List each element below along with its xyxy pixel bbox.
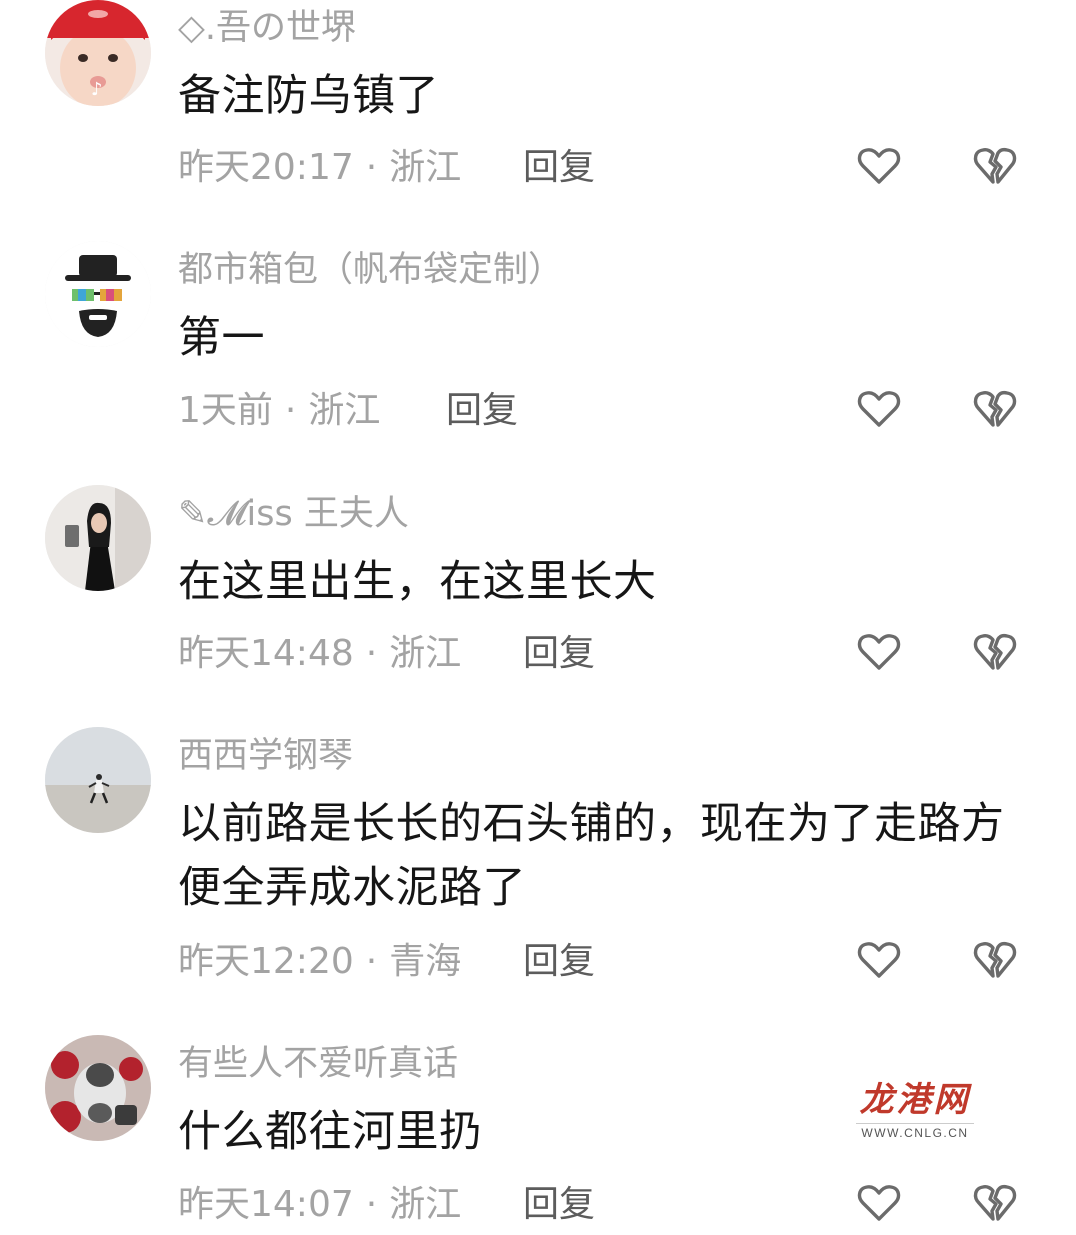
avatar[interactable] bbox=[45, 1035, 151, 1141]
avatar[interactable] bbox=[45, 727, 151, 833]
timestamp: 昨天20:17 bbox=[178, 147, 354, 188]
comment-text: 在这里出生，在这里长大 bbox=[178, 557, 657, 607]
username[interactable]: 有些人不爱听真话 bbox=[178, 1042, 458, 1086]
broken-heart-icon bbox=[973, 633, 1017, 670]
dislike-button[interactable] bbox=[972, 386, 1018, 432]
separator: · bbox=[365, 1184, 378, 1225]
username[interactable]: ✎𝓜iss 王夫人 bbox=[178, 492, 409, 536]
dislike-button[interactable] bbox=[972, 1180, 1018, 1226]
location: 浙江 bbox=[308, 390, 381, 431]
separator: · bbox=[284, 390, 297, 431]
like-button[interactable] bbox=[856, 937, 902, 983]
comment-meta: 昨天14:48 · 浙江 bbox=[178, 632, 461, 676]
reply-button[interactable]: 回复 bbox=[523, 632, 595, 676]
timestamp: 昨天12:20 bbox=[178, 941, 354, 982]
reply-button[interactable]: 回复 bbox=[523, 940, 595, 984]
comment-meta: 1天前 · 浙江 bbox=[178, 389, 380, 433]
comment-text: 第一 bbox=[178, 313, 265, 363]
username[interactable]: 都市箱包（帆布袋定制） bbox=[178, 248, 563, 292]
username[interactable]: 西西学钢琴 bbox=[178, 734, 353, 778]
heart-outline-icon bbox=[857, 391, 901, 427]
timestamp: 1天前 bbox=[178, 390, 273, 431]
separator: · bbox=[365, 941, 378, 982]
like-button[interactable] bbox=[856, 1180, 902, 1226]
stuffed-toy-avatar bbox=[45, 1035, 151, 1141]
timestamp: 昨天14:07 bbox=[178, 1184, 354, 1225]
avatar[interactable] bbox=[45, 241, 151, 347]
comment-text: 备注防乌镇了 bbox=[178, 71, 439, 121]
woman-selfie-avatar bbox=[45, 485, 151, 591]
like-button[interactable] bbox=[856, 386, 902, 432]
dislike-button[interactable] bbox=[972, 937, 1018, 983]
watermark-url: WWW.CNLG.CN bbox=[856, 1123, 974, 1140]
broken-heart-icon bbox=[973, 390, 1017, 427]
beach-walker-avatar bbox=[45, 727, 151, 833]
broken-heart-icon bbox=[973, 941, 1017, 978]
avatar[interactable]: ♪ bbox=[45, 0, 151, 106]
like-button[interactable] bbox=[856, 143, 902, 189]
hat-sunglasses-beard-avatar bbox=[45, 241, 151, 347]
separator: · bbox=[365, 633, 378, 674]
location: 青海 bbox=[389, 941, 462, 982]
reply-button[interactable]: 回复 bbox=[446, 389, 518, 433]
comment-meta: 昨天20:17 · 浙江 bbox=[178, 146, 461, 190]
comment-meta: 昨天12:20 · 青海 bbox=[178, 940, 461, 984]
broken-heart-icon bbox=[973, 147, 1017, 184]
username[interactable]: ◇.吾の世堺 bbox=[178, 6, 356, 50]
location: 浙江 bbox=[389, 1184, 462, 1225]
watermark-logo: 龙港网 bbox=[859, 1080, 971, 1120]
location: 浙江 bbox=[389, 147, 462, 188]
heart-outline-icon bbox=[857, 634, 901, 670]
location: 浙江 bbox=[389, 633, 462, 674]
avatar[interactable] bbox=[45, 485, 151, 591]
heart-outline-icon bbox=[857, 148, 901, 184]
heart-outline-icon bbox=[857, 1185, 901, 1221]
heart-outline-icon bbox=[857, 942, 901, 978]
separator: · bbox=[365, 147, 378, 188]
broken-heart-icon bbox=[973, 1184, 1017, 1221]
child-red-hat-avatar: ♪ bbox=[45, 0, 151, 106]
reply-button[interactable]: 回复 bbox=[523, 146, 595, 190]
dislike-button[interactable] bbox=[972, 143, 1018, 189]
comment-meta: 昨天14:07 · 浙江 bbox=[178, 1183, 461, 1227]
reply-button[interactable]: 回复 bbox=[523, 1183, 595, 1227]
like-button[interactable] bbox=[856, 629, 902, 675]
dislike-button[interactable] bbox=[972, 629, 1018, 675]
watermark: 龙港网 WWW.CNLG.CN bbox=[850, 1077, 980, 1147]
comment-text: 以前路是长长的石头铺的，现在为了走路方便全弄成水泥路了 bbox=[178, 799, 1005, 913]
timestamp: 昨天14:48 bbox=[178, 633, 354, 674]
svg-text:♪: ♪ bbox=[91, 79, 103, 100]
